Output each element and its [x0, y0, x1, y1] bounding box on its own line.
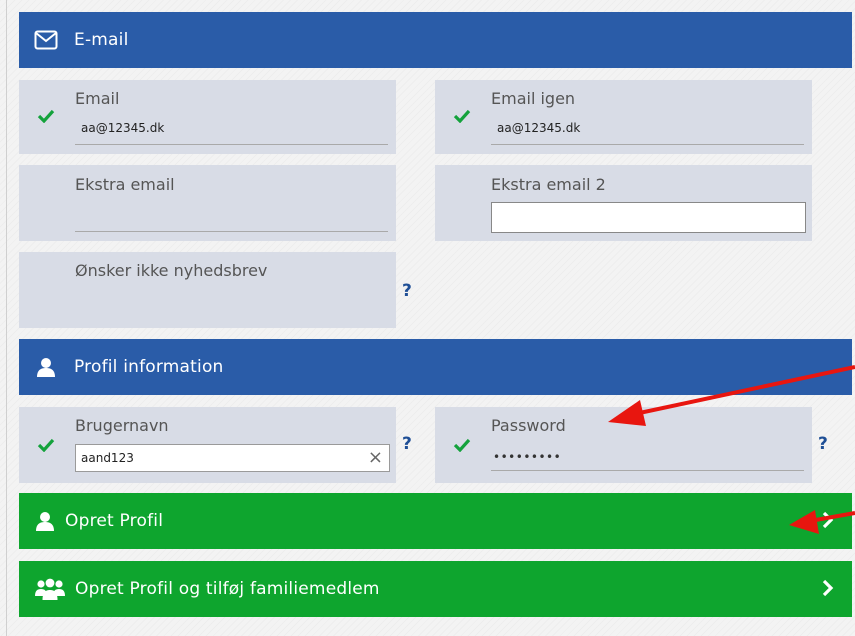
extra-email-2-label: Ekstra email 2	[491, 175, 606, 194]
user-icon	[33, 354, 59, 380]
extra-email-underline	[75, 231, 388, 232]
newsletter-help-icon[interactable]: ?	[402, 281, 412, 301]
email-underline	[75, 144, 388, 145]
email-again-underline	[491, 144, 804, 145]
create-profile-family-label: Opret Profil og tilføj familiemedlem	[75, 579, 380, 599]
username-value: aand123	[81, 451, 134, 465]
username-input[interactable]: aand123 ×	[75, 444, 390, 472]
username-help-icon[interactable]: ?	[402, 434, 412, 454]
newsletter-label: Ønsker ikke nyhedsbrev	[75, 261, 268, 280]
create-profile-family-button[interactable]: Opret Profil og tilføj familiemedlem	[19, 561, 852, 617]
page-left-border	[6, 0, 7, 636]
profile-section-title: Profil information	[74, 357, 224, 377]
profile-section-header: Profil information	[19, 339, 852, 395]
password-underline	[491, 470, 804, 471]
create-profile-label: Opret Profil	[65, 511, 164, 531]
create-profile-button[interactable]: Opret Profil	[19, 493, 852, 549]
email-field-group: Email aa@12345.dk	[19, 80, 396, 154]
password-help-icon[interactable]: ?	[818, 434, 828, 454]
password-field-group: Password •••••••••	[435, 407, 812, 483]
email-label: Email	[75, 89, 120, 108]
user-icon	[35, 511, 55, 531]
envelope-icon	[33, 27, 59, 53]
newsletter-field-group[interactable]: Ønsker ikke nyhedsbrev	[19, 252, 396, 328]
check-icon	[453, 437, 471, 456]
email-section-title: E-mail	[74, 30, 129, 50]
check-icon	[37, 437, 55, 456]
username-field-group: Brugernavn aand123 ×	[19, 407, 396, 483]
email-again-label: Email igen	[491, 89, 576, 108]
clear-icon[interactable]: ×	[368, 447, 383, 468]
users-icon	[35, 578, 65, 600]
password-label: Password	[491, 416, 566, 435]
extra-email-field-group: Ekstra email	[19, 165, 396, 241]
chevron-right-icon	[822, 511, 834, 533]
password-input[interactable]: •••••••••	[493, 450, 561, 464]
email-section-header: E-mail	[19, 12, 852, 68]
check-icon	[453, 108, 471, 127]
check-icon	[37, 108, 55, 127]
email-again-field-group: Email igen aa@12345.dk	[435, 80, 812, 154]
extra-email-2-field-group: Ekstra email 2	[435, 165, 812, 241]
chevron-right-icon	[822, 579, 834, 601]
username-label: Brugernavn	[75, 416, 169, 435]
extra-email-2-input[interactable]	[491, 202, 806, 233]
email-again-input[interactable]: aa@12345.dk	[497, 121, 580, 135]
email-input[interactable]: aa@12345.dk	[81, 121, 164, 135]
extra-email-label: Ekstra email	[75, 175, 175, 194]
